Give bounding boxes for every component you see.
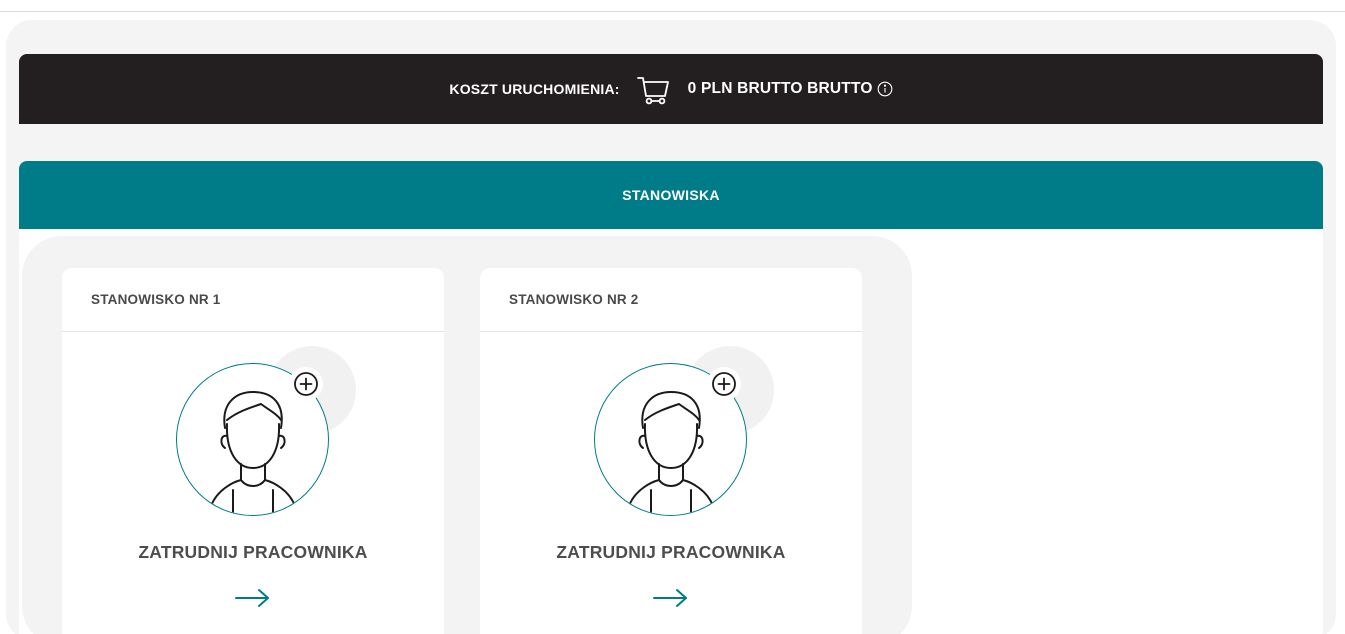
avatar-area — [576, 346, 776, 526]
hire-employee-arrow[interactable] — [234, 586, 272, 610]
hire-employee-arrow[interactable] — [652, 586, 690, 610]
position-card-2: STANOWISKO NR 2 ZATRUDNIJ PRACOWNIKA — [480, 268, 862, 634]
shopping-cart-icon — [636, 72, 670, 106]
positions-title: STANOWISKA — [622, 187, 720, 203]
add-employee-button[interactable] — [289, 367, 323, 401]
add-employee-button[interactable] — [707, 367, 741, 401]
position-card-header: STANOWISKO NR 1 — [62, 268, 444, 332]
launch-cost-label: KOSZT URUCHOMIENIA: — [449, 81, 620, 97]
hire-employee-label: ZATRUDNIJ PRACOWNIKA — [556, 542, 786, 562]
position-card-title: STANOWISKO NR 2 — [509, 292, 639, 307]
position-card-1: STANOWISKO NR 1 ZATRUDNIJ PRACOWNIKA — [62, 268, 444, 634]
launch-cost-value: 0 PLN BRUTTO BRUTTO — [687, 80, 873, 97]
avatar-area — [158, 346, 358, 526]
position-card-header: STANOWISKO NR 2 — [480, 268, 862, 332]
launch-cost-bar: KOSZT URUCHOMIENIA: 0 PLN BRUTTO BRUTTO — [19, 54, 1323, 124]
arrow-right-icon — [235, 589, 269, 607]
plus-circle-icon — [294, 372, 318, 396]
arrow-right-icon — [653, 589, 687, 607]
top-divider — [0, 11, 1345, 12]
hire-employee-label: ZATRUDNIJ PRACOWNIKA — [138, 542, 368, 562]
plus-circle-icon — [712, 372, 736, 396]
info-icon[interactable] — [877, 81, 893, 97]
position-card-title: STANOWISKO NR 1 — [91, 292, 221, 307]
positions-header: STANOWISKA — [19, 161, 1323, 229]
